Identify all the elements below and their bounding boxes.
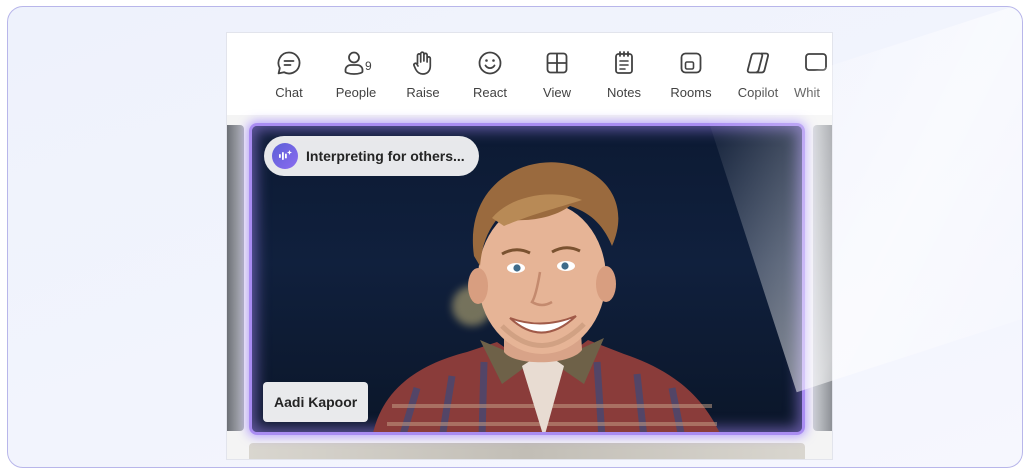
chat-icon (277, 51, 301, 75)
interpreting-status-text: Interpreting for others... (306, 148, 465, 164)
people-label: People (335, 85, 377, 100)
interpreter-icon (272, 143, 298, 169)
raise-hand-button[interactable]: Raise (394, 49, 452, 100)
copilot-label: Copilot (737, 85, 779, 100)
active-speaker-tile[interactable]: Interpreting for others... Aadi Kapoor (249, 123, 805, 435)
whiteboard-icon (805, 53, 827, 71)
copilot-button[interactable]: Copilot (729, 49, 787, 100)
rooms-button[interactable]: Rooms (662, 49, 720, 100)
rooms-label: Rooms (670, 85, 712, 100)
chat-button[interactable]: Chat (260, 49, 318, 100)
notes-icon (615, 51, 633, 74)
people-count-badge: 9 (365, 59, 372, 73)
rooms-icon (680, 52, 702, 74)
right-video-tile[interactable] (813, 125, 832, 431)
video-stage: Interpreting for others... Aadi Kapoor (227, 115, 832, 459)
view-grid-icon (546, 52, 568, 74)
left-video-tile[interactable] (227, 125, 244, 431)
notes-label: Notes (607, 85, 641, 100)
view-button[interactable]: View (528, 49, 586, 100)
whiteboard-button[interactable]: Whit (794, 49, 832, 100)
notes-button[interactable]: Notes (595, 49, 653, 100)
react-smiley-icon (478, 51, 502, 75)
meeting-toolbar: Chat 9 People Raise React View Notes Roo… (227, 33, 832, 115)
whiteboard-label: Whit (794, 85, 820, 100)
bottom-video-tile[interactable] (249, 443, 805, 459)
copilot-icon (746, 52, 769, 74)
participant-name-tag: Aadi Kapoor (263, 382, 369, 422)
meeting-window: Chat 9 People Raise React View Notes Roo… (227, 33, 832, 459)
react-button[interactable]: React (461, 49, 519, 100)
chat-label: Chat (275, 85, 303, 100)
react-label: React (473, 85, 507, 100)
raise-label: Raise (406, 85, 440, 100)
interpreting-status-badge: Interpreting for others... (264, 136, 479, 176)
promo-frame: Chat 9 People Raise React View Notes Roo… (7, 6, 1023, 468)
participant-name: Aadi Kapoor (274, 394, 358, 410)
raise-hand-icon (413, 51, 432, 75)
view-label: View (543, 85, 571, 100)
people-button[interactable]: 9 People (327, 49, 385, 100)
